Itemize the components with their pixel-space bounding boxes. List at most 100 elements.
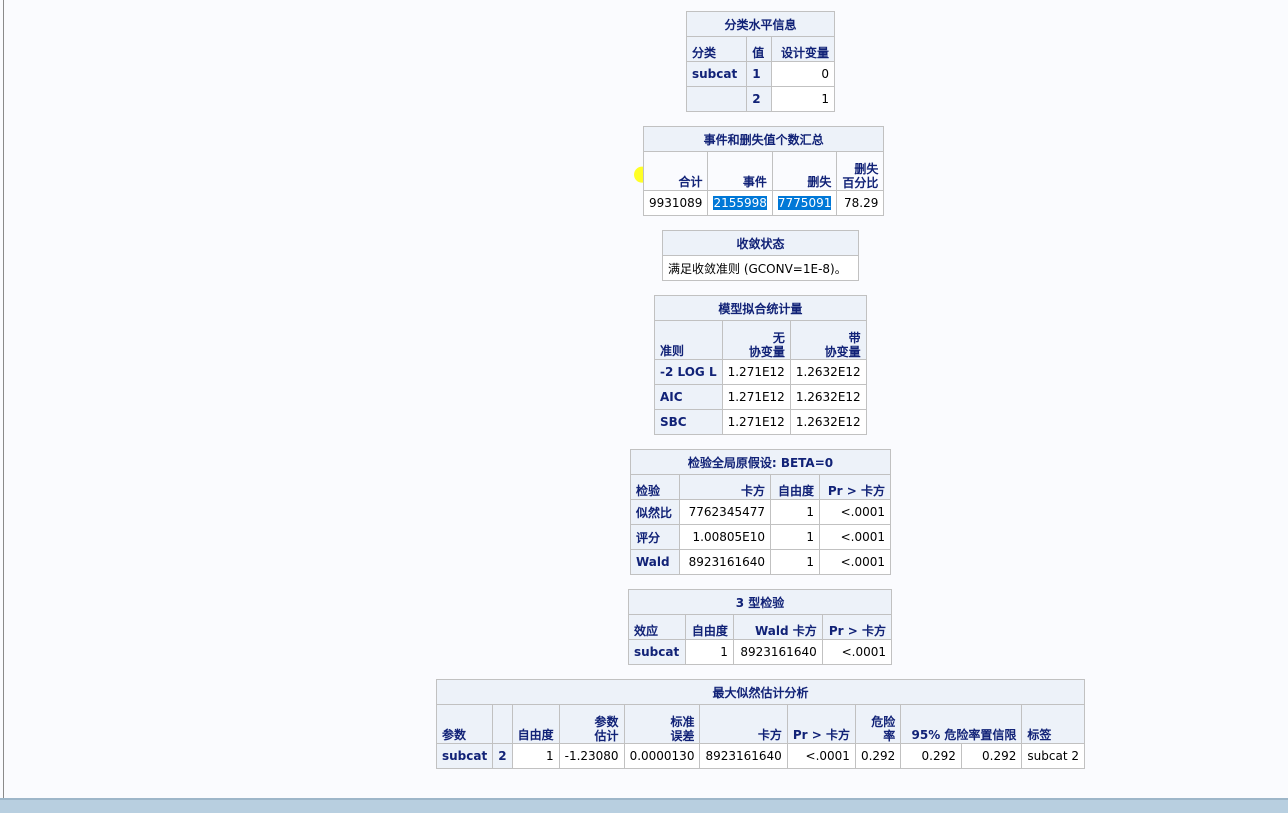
col-header-test: 检验: [630, 474, 680, 500]
header-line: 标准: [670, 715, 695, 729]
col-header-df: 自由度: [685, 614, 734, 640]
col-header-without-covariates: 无 协变量: [721, 320, 791, 360]
col-header-std-error: 标准 误差: [623, 704, 701, 744]
table-cell: 1: [685, 639, 734, 665]
col-header-df: 自由度: [770, 474, 820, 500]
table-cell: 1.2632E12: [789, 359, 867, 385]
table-row: subcat 2 1 -1.23080 0.0000130 8923161640…: [435, 743, 1085, 769]
type3-caption: 3 型检验: [628, 589, 892, 615]
table-cell: 0: [770, 61, 836, 87]
header-line: 百分比: [842, 176, 879, 190]
total-value[interactable]: 9931089: [642, 190, 709, 216]
table-cell: <.0001: [818, 499, 892, 525]
table-cell: 8923161640: [699, 743, 788, 769]
table-cell: 1.271E12: [721, 409, 791, 435]
row-header: 2: [492, 743, 513, 769]
row-header: AIC: [654, 384, 723, 410]
table-cell: <.0001: [818, 524, 892, 550]
class-level-caption: 分类水平信息: [686, 11, 835, 37]
header-line: 带: [848, 331, 861, 345]
convergence-text: 满足收敛准则 (GCONV=1E-8)。: [662, 255, 859, 281]
row-header: Wald: [630, 549, 680, 575]
row-header: subcat: [435, 743, 494, 769]
row-header: 评分: [630, 524, 680, 550]
table-cell: -1.23080: [558, 743, 625, 769]
header-line: 删失: [854, 162, 879, 176]
col-header-hazard-ratio: 危险 率: [854, 704, 902, 744]
col-header-parameter: 参数: [435, 704, 494, 744]
table-cell: 1: [770, 524, 820, 550]
header-line: 误差: [670, 729, 695, 743]
table-row: 评分 1.00805E10 1 <.0001: [630, 524, 892, 550]
table-row: SBC 1.271E12 1.2632E12: [654, 409, 867, 435]
col-header-pvalue: Pr > 卡方: [818, 474, 892, 500]
table-cell: 0.292: [960, 743, 1023, 769]
row-header: -2 LOG L: [654, 359, 723, 385]
event-summary-table: 事件和删失值个数汇总 合计 事件 删失 删失 百分比 9931089 21559…: [642, 126, 885, 216]
header-line: 率: [883, 729, 896, 743]
col-header-total: 合计: [642, 151, 709, 191]
table-cell: subcat 2: [1021, 743, 1085, 769]
model-fit-table: 模型拟合统计量 准则 无 协变量 带 协变量 -2 LOG L 1.271E12…: [654, 295, 867, 435]
table-cell: 1.271E12: [721, 384, 791, 410]
col-header-chisq: 卡方: [678, 474, 772, 500]
table-cell: 1.2632E12: [789, 409, 867, 435]
convergence-table: 收敛状态 满足收敛准则 (GCONV=1E-8)。: [662, 230, 859, 281]
row-header: 2: [746, 86, 772, 112]
convergence-caption: 收敛状态: [662, 230, 859, 256]
col-header-censored-pct: 删失 百分比: [836, 151, 885, 191]
col-header-level: [492, 704, 513, 744]
censored-value[interactable]: 7775091: [771, 190, 838, 216]
col-header-effect: 效应: [627, 614, 687, 640]
selected-text[interactable]: 7775091: [777, 196, 832, 210]
header-line: 无: [772, 331, 785, 345]
mle-caption: 最大似然估计分析: [436, 679, 1085, 705]
selected-text[interactable]: 2155998: [713, 196, 767, 210]
table-cell: 1: [770, 86, 836, 112]
col-header-value: 值: [746, 36, 772, 62]
table-cell: 1: [770, 549, 820, 575]
events-value[interactable]: 2155998: [707, 190, 773, 216]
table-cell: 1.271E12: [721, 359, 791, 385]
global-test-caption: 检验全局原假设: BETA=0: [630, 449, 891, 475]
col-header-pvalue: Pr > 卡方: [786, 704, 856, 744]
table-cell: <.0001: [786, 743, 856, 769]
header-line: 估计: [594, 729, 619, 743]
event-summary-caption: 事件和删失值个数汇总: [642, 126, 885, 152]
model-fit-caption: 模型拟合统计量: [654, 295, 867, 321]
table-cell: 8923161640: [732, 639, 823, 665]
col-header-events: 事件: [707, 151, 773, 191]
table-cell: <.0001: [818, 549, 892, 575]
col-header-ci: 95% 危险率置信限: [900, 704, 1023, 744]
col-header-wald-chisq: Wald 卡方: [732, 614, 823, 640]
table-cell: 8923161640: [678, 549, 772, 575]
row-header: subcat: [685, 61, 748, 87]
table-cell: 0.292: [900, 743, 962, 769]
col-header-label: 标签: [1021, 704, 1085, 744]
col-header-df: 自由度: [511, 704, 560, 744]
header-line: 危险: [871, 715, 896, 729]
table-row: 9931089 2155998 7775091 78.29: [642, 190, 885, 216]
header-line: 协变量: [748, 345, 785, 359]
global-test-table: 检验全局原假设: BETA=0 检验 卡方 自由度 Pr > 卡方 似然比 77…: [630, 449, 892, 575]
table-cell: 1: [511, 743, 560, 769]
table-row: Wald 8923161640 1 <.0001: [630, 549, 892, 575]
left-border: [3, 0, 4, 800]
table-cell: 1.00805E10: [678, 524, 772, 550]
col-header-chisq: 卡方: [699, 704, 788, 744]
col-header-estimate: 参数 估计: [558, 704, 625, 744]
table-row: 似然比 7762345477 1 <.0001: [630, 499, 892, 525]
row-header: 1: [746, 61, 772, 87]
header-line: 参数: [594, 715, 619, 729]
col-header-criterion: 准则: [654, 320, 723, 360]
censored-pct-value[interactable]: 78.29: [836, 190, 885, 216]
row-header: 似然比: [630, 499, 680, 525]
table-row: subcat 1 0: [685, 61, 836, 87]
col-header-censored: 删失: [771, 151, 838, 191]
row-header: SBC: [654, 409, 723, 435]
header-line: 协变量: [824, 345, 861, 359]
table-row: subcat 1 8923161640 <.0001: [627, 639, 893, 665]
col-header-design-var: 设计变量: [770, 36, 836, 62]
table-cell: 1.2632E12: [789, 384, 867, 410]
row-header: subcat: [627, 639, 687, 665]
